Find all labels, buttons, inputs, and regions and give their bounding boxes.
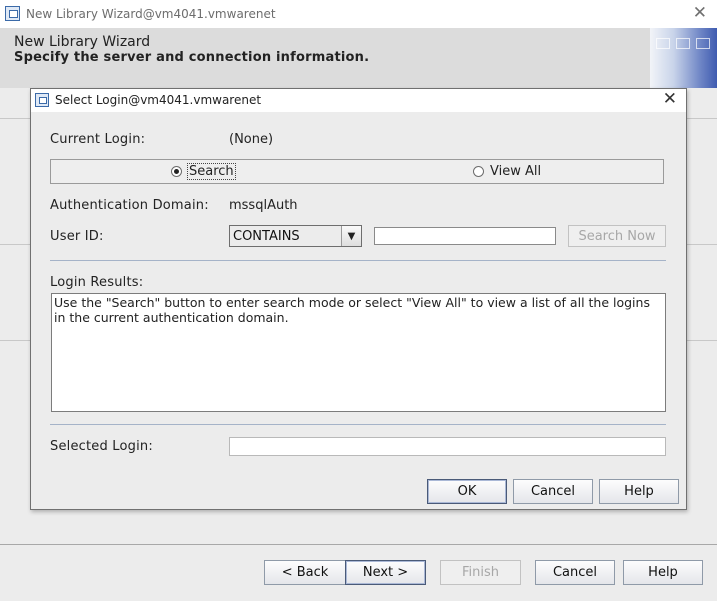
section-divider [50, 424, 666, 425]
dialog-content: Current Login: (None) Search View All Au… [31, 112, 686, 509]
back-button[interactable]: < Back [264, 560, 346, 585]
search-radio[interactable]: Search [171, 163, 236, 180]
section-divider [50, 260, 666, 261]
dialog-title: Select Login@vm4041.vmwarenet [55, 93, 262, 107]
wizard-window-title: New Library Wizard@vm4041.vmwarenet [26, 7, 276, 21]
view-all-radio[interactable]: View All [473, 164, 541, 179]
current-login-label: Current Login: [50, 132, 146, 147]
selected-login-label: Selected Login: [50, 439, 153, 454]
finish-button[interactable]: Finish [440, 560, 521, 585]
wizard-header-title: New Library Wizard [14, 34, 151, 50]
radio-unselected-icon [473, 166, 484, 177]
view-all-radio-label: View All [490, 164, 542, 179]
search-now-button[interactable]: Search Now [568, 225, 666, 247]
wizard-header-subtitle: Specify the server and connection inform… [14, 50, 370, 65]
finish-button-label: Finish [461, 565, 499, 580]
dialog-help-button[interactable]: Help [599, 479, 679, 504]
ok-button-label: OK [457, 484, 477, 499]
search-now-button-label: Search Now [578, 228, 656, 244]
login-results-label: Login Results: [50, 275, 144, 290]
wizard-titlebar: New Library Wizard@vm4041.vmwarenet ✕ [0, 0, 717, 29]
wizard-banner-graphic [650, 28, 717, 88]
login-results-list[interactable]: Use the "Search" button to enter search … [51, 293, 666, 412]
dialog-window-icon [35, 93, 49, 107]
radio-selected-icon [171, 166, 182, 177]
dialog-close-icon[interactable]: ✕ [663, 89, 677, 109]
wizard-help-button-label: Help [648, 565, 678, 580]
user-id-input[interactable] [374, 227, 556, 245]
current-login-value: (None) [229, 132, 274, 147]
mode-selector: Search View All [50, 159, 664, 184]
user-id-label: User ID: [50, 229, 104, 244]
user-id-operator-value: CONTAINS [233, 229, 300, 244]
selected-login-field[interactable] [229, 437, 666, 456]
next-button[interactable]: Next > [345, 560, 426, 585]
dialog-titlebar: Select Login@vm4041.vmwarenet ✕ [31, 89, 686, 111]
wizard-cancel-button[interactable]: Cancel [535, 560, 615, 585]
select-login-dialog: Select Login@vm4041.vmwarenet ✕ Current … [30, 88, 687, 510]
wizard-cancel-button-label: Cancel [552, 565, 598, 580]
user-id-operator-select[interactable]: CONTAINS ▼ [229, 225, 362, 247]
search-radio-label: Search [187, 163, 236, 180]
app-window-icon [5, 6, 20, 21]
auth-domain-value: mssqlAuth [229, 198, 298, 213]
wizard-help-button[interactable]: Help [623, 560, 703, 585]
dialog-help-button-label: Help [624, 484, 654, 499]
dropdown-arrow-icon[interactable]: ▼ [341, 226, 361, 246]
login-results-message: Use the "Search" button to enter search … [54, 295, 650, 325]
wizard-footer: < Back Next > Finish Cancel Help [0, 544, 717, 601]
wizard-header: New Library Wizard Specify the server an… [0, 28, 717, 88]
back-button-label: < Back [281, 565, 329, 580]
dialog-cancel-button-label: Cancel [530, 484, 576, 499]
ok-button[interactable]: OK [427, 479, 507, 504]
dialog-cancel-button[interactable]: Cancel [513, 479, 593, 504]
wizard-close-icon[interactable]: ✕ [693, 3, 707, 23]
auth-domain-label: Authentication Domain: [50, 198, 209, 213]
next-button-label: Next > [362, 565, 409, 580]
